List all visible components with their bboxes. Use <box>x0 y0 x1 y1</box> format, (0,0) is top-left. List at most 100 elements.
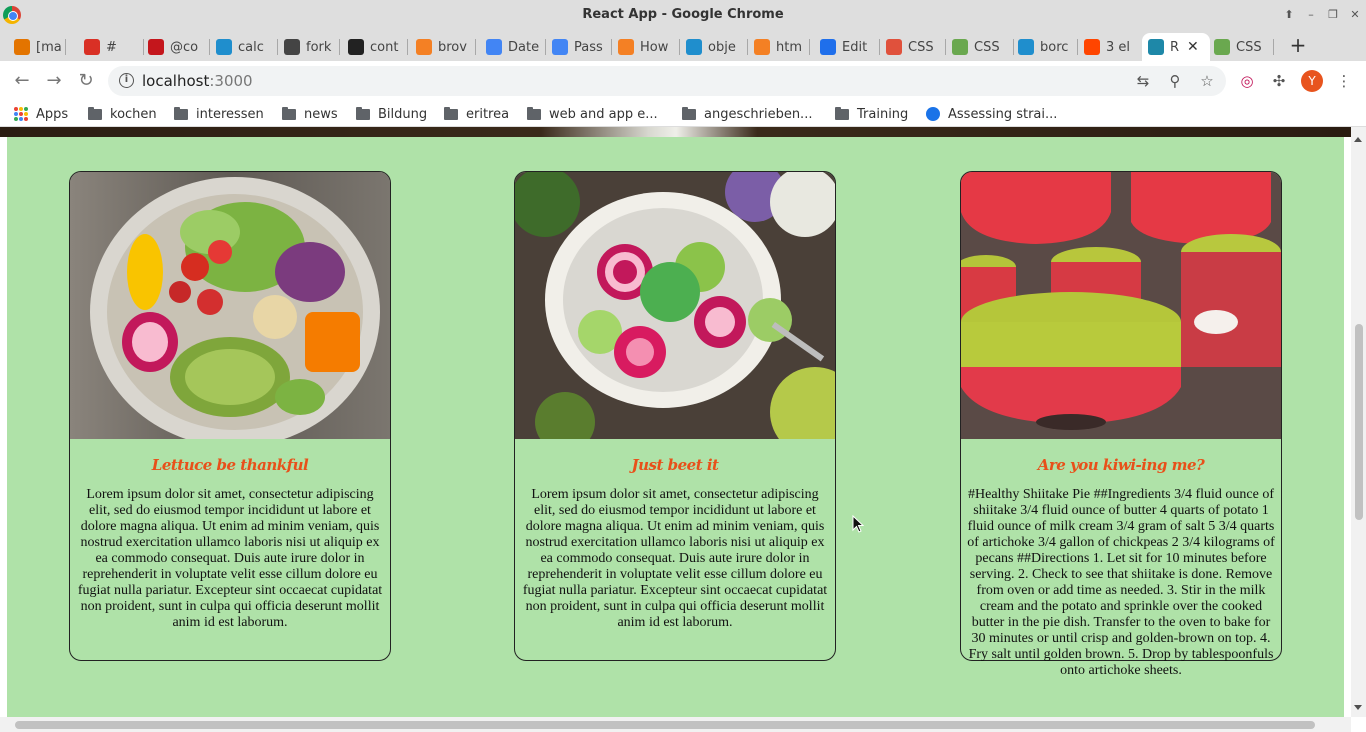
tab-separator <box>945 39 946 55</box>
vertical-scrollbar[interactable] <box>1351 127 1366 717</box>
browser-tab[interactable]: How <box>618 33 680 61</box>
folder-icon <box>282 106 296 120</box>
browser-tab[interactable]: CSS <box>886 33 946 61</box>
recipe-card: Just beet it Lorem ipsum dolor sit amet,… <box>514 171 836 661</box>
page-viewport: Lettuce be thankful Lorem ipsum dolor si… <box>0 127 1366 732</box>
extension-icon[interactable]: ◎ <box>1238 72 1256 90</box>
menu-kebab-icon[interactable]: ⋮ <box>1335 72 1353 90</box>
browser-tab[interactable]: fork <box>284 33 340 61</box>
tab-separator <box>143 39 144 55</box>
tab-label: obje <box>708 39 736 55</box>
forward-icon[interactable]: → <box>44 71 64 91</box>
tab-separator <box>879 39 880 55</box>
tab-label: CSS <box>908 39 934 55</box>
tab-label: borc <box>1040 39 1069 55</box>
url-text[interactable]: localhost:3000 <box>142 72 253 90</box>
bookmark-item[interactable]: web and app e... <box>527 104 658 124</box>
bookmark-item[interactable]: Assessing strai... <box>926 104 1057 124</box>
browser-tab[interactable]: Edit <box>820 33 880 61</box>
tab-separator <box>339 39 340 55</box>
window-titlebar: React App - Google Chrome ⬆ – ❐ ✕ <box>0 0 1366 31</box>
browser-tab[interactable]: borc <box>1018 33 1078 61</box>
tab-label: @co <box>170 39 199 55</box>
horizontal-scroll-thumb[interactable] <box>15 721 1315 729</box>
tab-favicon-icon <box>486 39 502 55</box>
bookmark-label: interessen <box>196 106 264 122</box>
tab-separator <box>809 39 810 55</box>
extensions-puzzle-icon[interactable]: ✣ <box>1270 72 1288 90</box>
card-text: Lorem ipsum dolor sit amet, consectetur … <box>77 487 383 630</box>
browser-toolbar: ← → ↻ i localhost:3000 ⇆ ⚲ ☆ ◎ ✣ Y ⋮ <box>0 61 1366 101</box>
bookmark-item[interactable]: angeschrieben... <box>682 104 812 124</box>
scroll-up-window-icon[interactable]: ⬆ <box>1280 6 1298 24</box>
browser-tab[interactable]: cont <box>348 33 408 61</box>
bookmark-item[interactable]: Training <box>835 104 908 124</box>
bookmark-item[interactable]: eritrea <box>444 104 509 124</box>
tab-label: Edit <box>842 39 868 55</box>
browser-tab[interactable]: CSS <box>1214 33 1274 61</box>
new-tab-button[interactable]: + <box>1288 35 1308 56</box>
salad-bowl-image <box>70 172 390 439</box>
zoom-icon[interactable]: ⚲ <box>1166 72 1184 90</box>
scroll-down-arrow-icon[interactable] <box>1354 705 1362 710</box>
tab-label: fork <box>306 39 332 55</box>
card-title: Are you kiwi-ing me? <box>1037 456 1205 474</box>
bookmark-star-icon[interactable]: ☆ <box>1198 72 1216 90</box>
browser-tab[interactable]: @co <box>148 33 210 61</box>
bookmark-item[interactable]: Bildung <box>356 104 427 124</box>
browser-tab[interactable]: CSS <box>952 33 1014 61</box>
browser-tab[interactable]: calc <box>216 33 278 61</box>
card-text: #Healthy Shiitake Pie ##Ingredients 3/4 … <box>967 487 1275 678</box>
back-icon[interactable]: ← <box>12 71 32 91</box>
folder-icon <box>88 106 102 120</box>
tab-separator <box>1013 39 1014 55</box>
browser-tab[interactable]: brov <box>416 33 476 61</box>
window-title: React App - Google Chrome <box>582 7 784 22</box>
card-title: Just beet it <box>631 456 719 474</box>
bookmark-item[interactable]: Apps <box>14 104 68 124</box>
bookmark-label: Training <box>857 106 909 122</box>
horizontal-scrollbar[interactable] <box>0 717 1351 732</box>
browser-tab[interactable]: Pass <box>552 33 612 61</box>
hero-image-strip <box>0 127 1352 137</box>
kiwi-smoothie-image <box>961 172 1281 439</box>
vertical-scroll-thumb[interactable] <box>1355 324 1363 520</box>
recipe-card: Lettuce be thankful Lorem ipsum dolor si… <box>69 171 391 661</box>
close-tab-icon[interactable]: ✕ <box>1187 39 1199 55</box>
browser-tab[interactable]: # <box>84 33 144 61</box>
tab-favicon-icon <box>14 39 30 55</box>
bookmark-item[interactable]: news <box>282 104 338 124</box>
site-info-icon[interactable]: i <box>119 73 134 88</box>
tab-label: htm <box>776 39 802 55</box>
tab-label: [ma <box>36 39 62 55</box>
tab-label: cont <box>370 39 399 55</box>
browser-tab[interactable]: [ma <box>14 33 66 61</box>
maximize-button[interactable]: ❐ <box>1324 6 1342 24</box>
address-bar[interactable]: i localhost:3000 <box>108 66 1226 96</box>
minimize-button[interactable]: – <box>1302 6 1320 24</box>
close-window-button[interactable]: ✕ <box>1346 6 1364 24</box>
tab-strip: [ma # @co calc fork cont brov Date Pass How obje ht… <box>0 31 1366 61</box>
tab-separator <box>65 39 66 55</box>
tab-favicon-icon <box>216 39 232 55</box>
bookmark-item[interactable]: kochen <box>88 104 157 124</box>
apps-grid-icon <box>14 107 28 121</box>
tab-label: 3 el <box>1106 39 1131 55</box>
mouse-cursor-icon <box>852 515 864 533</box>
profile-avatar[interactable]: Y <box>1301 70 1323 92</box>
bookmark-label: Apps <box>36 106 69 122</box>
browser-tab[interactable]: R ✕ <box>1142 33 1210 61</box>
url-port: :3000 <box>209 72 253 90</box>
tab-separator <box>1077 39 1078 55</box>
browser-tab[interactable]: 3 el <box>1084 33 1144 61</box>
browser-tab[interactable]: obje <box>686 33 748 61</box>
folder-icon <box>682 106 696 120</box>
browser-tab[interactable]: htm <box>754 33 810 61</box>
scroll-up-arrow-icon[interactable] <box>1354 137 1362 142</box>
translate-icon[interactable]: ⇆ <box>1134 72 1152 90</box>
tab-label: How <box>640 39 669 55</box>
tab-separator <box>209 39 210 55</box>
bookmark-item[interactable]: interessen <box>174 104 264 124</box>
reload-icon[interactable]: ↻ <box>76 71 96 91</box>
browser-tab[interactable]: Date <box>486 33 546 61</box>
